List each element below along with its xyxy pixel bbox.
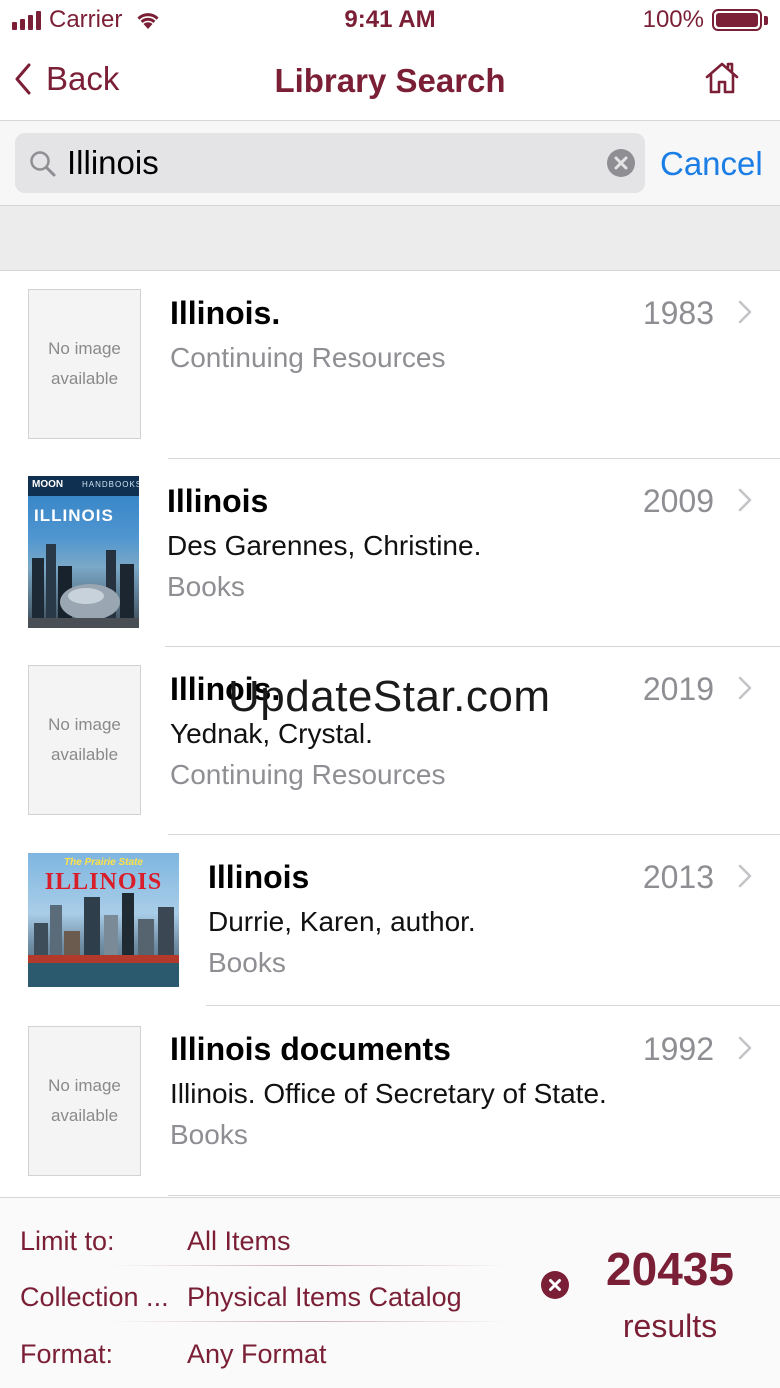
no-image-placeholder: No image available <box>28 1026 141 1176</box>
result-author: Durrie, Karen, author. <box>208 906 476 937</box>
skyline-illustration <box>28 544 139 628</box>
chevron-right-icon <box>738 676 752 700</box>
format-value[interactable]: Any Format <box>187 1339 327 1370</box>
status-bar: Carrier 9:41 AM 100% <box>0 0 780 44</box>
list-item[interactable]: No image available Illinois. Yednak, Cry… <box>0 647 780 835</box>
battery-percent: 100% <box>642 6 704 33</box>
chevron-left-icon <box>15 63 31 95</box>
no-image-text: available <box>50 1106 119 1125</box>
skyline-illustration <box>28 893 179 987</box>
result-title: Illinois <box>167 483 269 519</box>
home-button[interactable] <box>704 60 740 96</box>
clear-search-button[interactable] <box>607 149 635 177</box>
collection-value[interactable]: Physical Items Catalog <box>187 1282 462 1313</box>
cover-series: HANDBOOKS <box>82 480 139 489</box>
filter-footer: Limit to: All Items Collection ... Physi… <box>0 1197 780 1388</box>
result-year: 2013 <box>642 859 714 895</box>
list-item[interactable]: No image available Illinois. Continuing … <box>0 271 780 459</box>
no-image-text: No image <box>48 715 121 734</box>
no-image-placeholder: No image available <box>28 289 141 439</box>
house-icon <box>705 62 739 94</box>
no-image-text: No image <box>48 1076 121 1095</box>
result-title: Illinois documents <box>170 1031 451 1067</box>
cover-title: ILLINOIS <box>34 506 114 525</box>
list-item[interactable]: MOON HANDBOOKS ILLINOIS Illinois Des Gar… <box>0 459 780 647</box>
result-author: Yednak, Crystal. <box>170 718 373 749</box>
limit-label: Limit to: <box>20 1226 115 1256</box>
back-label: Back <box>46 60 120 97</box>
results-list: No image available Illinois. Continuing … <box>0 271 780 1196</box>
filter-divider <box>110 1321 510 1322</box>
chevron-right-icon <box>738 300 752 324</box>
battery-fill <box>716 13 758 27</box>
cover-tagline: The Prairie State <box>64 857 143 868</box>
x-circle-icon <box>614 156 628 170</box>
filter-divider <box>110 1265 510 1266</box>
no-image-placeholder: No image available <box>28 665 141 815</box>
result-author: Des Garennes, Christine. <box>167 530 482 561</box>
search-input[interactable] <box>67 133 587 193</box>
cancel-button[interactable]: Cancel <box>660 145 763 183</box>
chevron-right-icon <box>738 488 752 512</box>
result-year: 1992 <box>642 1031 714 1067</box>
result-year: 2009 <box>642 483 714 519</box>
result-type: Books <box>170 1119 248 1150</box>
result-author: Illinois. Office of Secretary of State. <box>170 1078 607 1109</box>
row-separator <box>168 1195 780 1196</box>
search-bar: Cancel <box>0 121 780 206</box>
list-item[interactable]: The Prairie State ILLINOIS Illinois Durr… <box>0 835 780 1006</box>
x-circle-icon <box>549 1279 561 1291</box>
battery-cap <box>764 15 768 25</box>
result-type: Continuing Resources <box>170 342 446 373</box>
result-year: 1983 <box>642 295 714 331</box>
cover-brand: MOON <box>32 479 64 490</box>
no-image-text: No image <box>48 339 121 358</box>
search-field[interactable] <box>15 133 645 193</box>
result-title: Illinois. <box>170 671 281 707</box>
no-image-text: available <box>50 745 119 764</box>
status-right: 100% <box>643 6 768 34</box>
result-type: Continuing Resources <box>170 759 446 790</box>
no-image-text: available <box>50 369 119 388</box>
chevron-right-icon <box>738 1036 752 1060</box>
result-count-label: results <box>622 1308 718 1344</box>
cover-title: ILLINOIS <box>44 869 163 895</box>
book-cover-image: MOON HANDBOOKS ILLINOIS <box>28 476 139 628</box>
clear-filters-button[interactable] <box>541 1271 569 1299</box>
back-button[interactable]: Back <box>14 60 119 98</box>
collection-label: Collection ... <box>20 1282 169 1312</box>
result-type: Books <box>167 571 245 602</box>
result-type: Books <box>208 947 286 978</box>
result-title: Illinois. <box>170 295 281 331</box>
list-item[interactable]: No image available Illinois documents Il… <box>0 1006 780 1196</box>
battery-icon <box>712 9 762 31</box>
book-cover-image: The Prairie State ILLINOIS <box>28 853 179 987</box>
magnifier-icon <box>30 151 56 177</box>
result-title: Illinois <box>208 859 310 895</box>
result-year: 2019 <box>642 671 714 707</box>
nav-bar: Back Library Search <box>0 44 780 121</box>
chevron-right-icon <box>738 864 752 888</box>
result-count: 20435 <box>606 1243 734 1295</box>
limit-value[interactable]: All Items <box>187 1226 291 1257</box>
results-header-band <box>0 206 780 271</box>
format-label: Format: <box>20 1339 114 1369</box>
